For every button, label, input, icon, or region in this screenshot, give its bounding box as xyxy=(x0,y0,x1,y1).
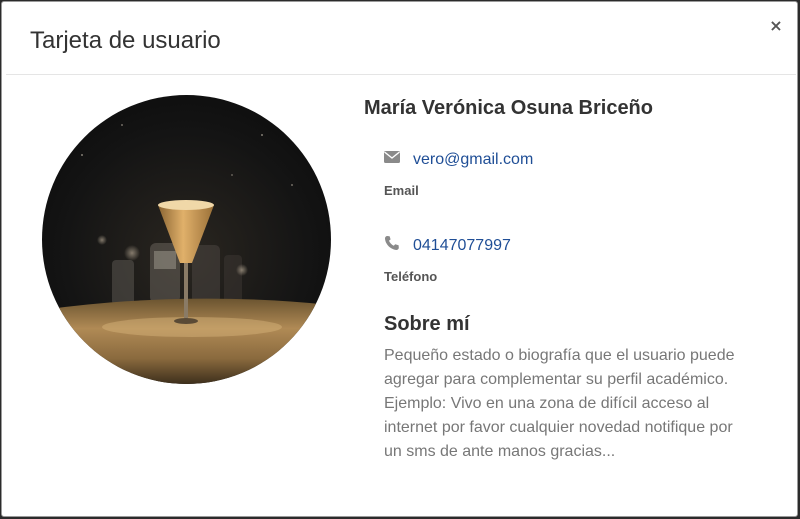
user-card-modal: Tarjeta de usuario × María Verónica Osun… xyxy=(1,1,798,517)
phone-label: Teléfono xyxy=(384,269,438,284)
about-text: Pequeño estado o biografía que el usuari… xyxy=(384,347,735,460)
envelope-icon xyxy=(384,150,402,168)
modal-header: Tarjeta de usuario xyxy=(6,2,796,75)
close-button[interactable]: × xyxy=(768,16,784,36)
phone-icon xyxy=(384,235,402,253)
phone-link[interactable]: 04147077997 xyxy=(413,236,511,256)
email-link[interactable]: vero@gmail.com xyxy=(413,150,533,170)
avatar xyxy=(42,95,331,384)
modal-title: Tarjeta de usuario xyxy=(30,27,221,54)
about-title: Sobre mí xyxy=(384,313,470,335)
email-label: Email xyxy=(384,183,419,198)
user-name: María Verónica Osuna Briceño xyxy=(364,97,653,119)
